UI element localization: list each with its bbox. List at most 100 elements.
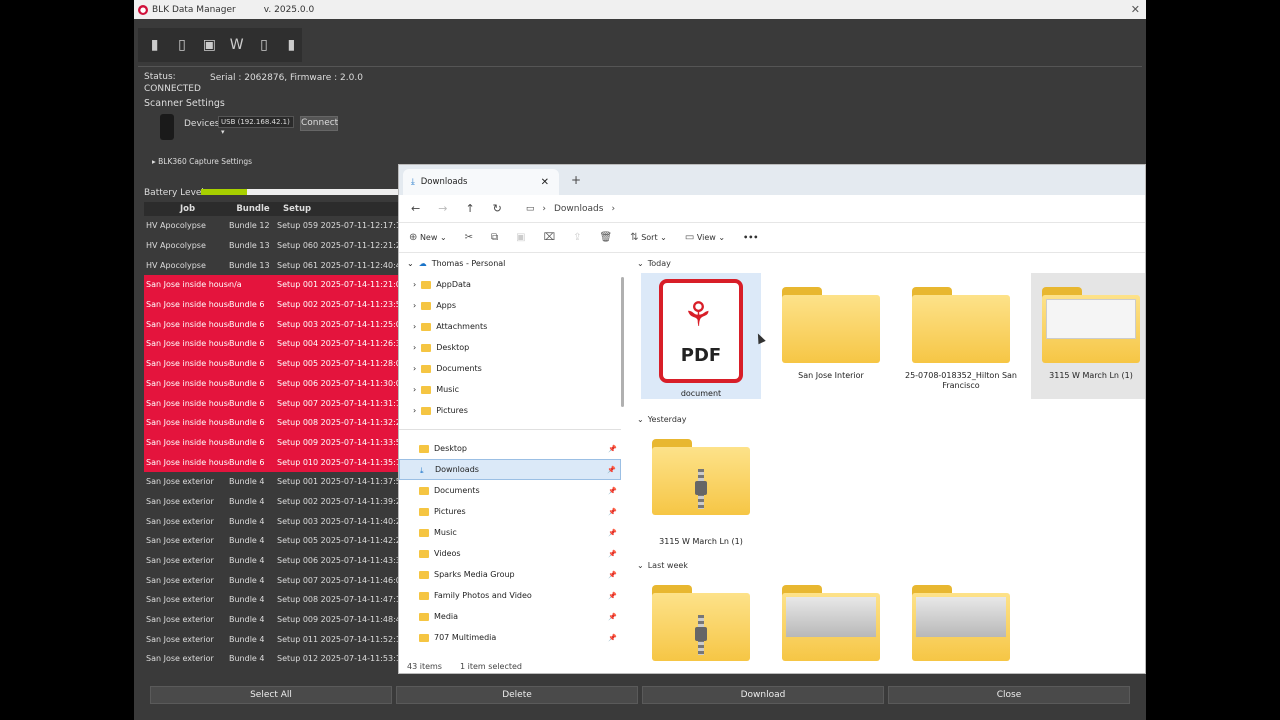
table-row[interactable]: San Jose exterior Bundle 4 Setup 001 2025-… <box>144 472 404 492</box>
connect-button[interactable]: Connect <box>300 116 338 131</box>
tab-downloads[interactable]: ⤓ Downloads ✕ <box>403 169 559 195</box>
cut-icon[interactable]: ✂ <box>465 232 473 243</box>
pin-icon[interactable]: 📌 <box>608 571 617 579</box>
tree-item[interactable]: › AppData <box>399 274 621 295</box>
copy-icon[interactable]: ⧉ <box>491 232 498 243</box>
nav-scrollbar[interactable] <box>621 277 624 407</box>
pin-icon[interactable]: 📌 <box>607 466 616 474</box>
table-row[interactable]: San Jose exterior Bundle 4 Setup 008 2025-… <box>144 590 404 610</box>
table-row[interactable]: HV Apocolypse Bundle 13 Setup 060 2025-07-… <box>144 236 404 256</box>
group-today[interactable]: ⌄ Today <box>637 259 671 268</box>
table-row[interactable]: San Jose inside house Bundle 6 Setup 009 2… <box>144 432 404 453</box>
more-options-icon[interactable]: ••• <box>743 233 758 242</box>
download-button[interactable]: Download <box>642 686 884 704</box>
table-row[interactable]: San Jose inside house Bundle 6 Setup 002 2… <box>144 294 404 315</box>
zip-last-week[interactable] <box>641 571 761 661</box>
table-row[interactable]: HV Apocolypse Bundle 12 Setup 059 2025-07-… <box>144 216 404 236</box>
forward-icon[interactable]: → <box>438 202 447 215</box>
table-row[interactable]: San Jose exterior Bundle 4 Setup 009 2025-… <box>144 610 404 630</box>
zip-3115-w-march[interactable]: 3115 W March Ln (1) <box>641 425 761 547</box>
tree-item-label: Documents <box>436 364 482 373</box>
new-button[interactable]: ⊕ New ⌄ <box>409 232 447 243</box>
delete-button[interactable]: Delete <box>396 686 638 704</box>
table-row[interactable]: San Jose exterior Bundle 4 Setup 005 2025-… <box>144 531 404 551</box>
quick-access-item[interactable]: 707 Multimedia 📌 <box>399 627 621 648</box>
quick-access-item[interactable]: Videos 📌 <box>399 543 621 564</box>
pin-icon[interactable]: 📌 <box>608 445 617 453</box>
select-all-button[interactable]: Select All <box>150 686 392 704</box>
table-row[interactable]: San Jose exterior Bundle 4 Setup 006 2025-… <box>144 551 404 571</box>
quick-access-item[interactable]: ⤓ Downloads 📌 <box>399 459 621 480</box>
pin-icon[interactable]: 📌 <box>608 634 617 642</box>
tree-item[interactable]: › Attachments <box>399 316 621 337</box>
tree-item[interactable]: › Pictures <box>399 400 621 421</box>
quick-access-item[interactable]: Documents 📌 <box>399 480 621 501</box>
close-tab-icon[interactable]: ✕ <box>541 177 549 188</box>
folder-hilton[interactable]: 25-0708-018352_Hilton San Francisco <box>901 273 1021 391</box>
table-row[interactable]: San Jose inside house Bundle 6 Setup 003 2… <box>144 314 404 335</box>
folder-san-jose-interior[interactable]: San Jose Interior <box>771 273 891 381</box>
quick-access-item[interactable]: Family Photos and Video 📌 <box>399 585 621 606</box>
table-row[interactable]: San Jose inside house Bundle 6 Setup 004 2… <box>144 334 404 354</box>
tree-item[interactable]: › Music <box>399 379 621 400</box>
table-row[interactable]: San Jose exterior Bundle 4 Setup 003 2025-… <box>144 511 404 531</box>
scanner-slim-icon[interactable]: ▯ <box>253 33 274 57</box>
table-row[interactable]: San Jose inside house Bundle 6 Setup 008 2… <box>144 412 404 433</box>
table-row[interactable]: San Jose exterior Bundle 4 Setup 002 2025-… <box>144 492 404 512</box>
table-row[interactable]: San Jose inside house Bundle 6 Setup 007 2… <box>144 393 404 413</box>
quick-access-item[interactable]: Media 📌 <box>399 606 621 627</box>
header-setup[interactable]: Setup <box>277 202 404 216</box>
quick-access-item[interactable]: Music 📌 <box>399 522 621 543</box>
table-row[interactable]: San Jose inside house n/a Setup 001 2025-0… <box>144 275 404 295</box>
capture-settings-toggle[interactable]: ▸ BLK360 Capture Settings <box>152 157 252 166</box>
close-window-icon[interactable]: ✕ <box>1131 3 1140 16</box>
group-yesterday[interactable]: ⌄ Yesterday <box>637 415 687 424</box>
tree-item[interactable]: › Apps <box>399 295 621 316</box>
table-row[interactable]: San Jose exterior Bundle 4 Setup 011 2025-… <box>144 629 404 649</box>
scanner-w-icon[interactable]: W <box>226 33 247 57</box>
file-document-pdf[interactable]: ⚘ PDF document <box>641 273 761 399</box>
pin-icon[interactable]: 📌 <box>608 487 617 495</box>
rename-icon[interactable]: ⌧ <box>544 232 556 243</box>
trash-icon[interactable]: 🗑 <box>600 232 613 243</box>
folder-photo-2[interactable] <box>901 571 1021 661</box>
table-row[interactable]: San Jose exterior Bundle 4 Setup 007 2025-… <box>144 570 404 590</box>
pin-icon[interactable]: 📌 <box>608 550 617 558</box>
sort-button[interactable]: ⇅ Sort ⌄ <box>630 232 667 243</box>
paste-icon[interactable]: ▣ <box>516 232 525 243</box>
group-last-week[interactable]: ⌄ Last week <box>637 561 688 570</box>
table-row[interactable]: San Jose inside house Bundle 6 Setup 006 2… <box>144 373 404 394</box>
share-icon[interactable]: ⇪ <box>573 232 581 243</box>
scanner-blk-icon[interactable]: ▮ <box>144 33 165 57</box>
header-bundle[interactable]: Bundle <box>229 202 277 216</box>
new-tab-icon[interactable]: + <box>571 173 581 187</box>
breadcrumb[interactable]: ▭ › Downloads › <box>526 204 615 214</box>
table-row[interactable]: San Jose inside house Bundle 6 Setup 005 2… <box>144 353 404 374</box>
folder-photo-1[interactable] <box>771 571 891 661</box>
up-icon[interactable]: ↑ <box>465 202 474 215</box>
view-button[interactable]: ▭ View ⌄ <box>685 232 725 243</box>
scanner-handheld-icon[interactable]: ▯ <box>171 33 192 57</box>
quick-access-item[interactable]: Desktop 📌 <box>399 438 621 459</box>
folder-3115-w-march[interactable]: 3115 W March Ln (1) <box>1031 273 1145 399</box>
tree-item[interactable]: › Desktop <box>399 337 621 358</box>
back-icon[interactable]: ← <box>411 202 420 215</box>
table-row[interactable]: San Jose inside house Bundle 6 Setup 010 2… <box>144 452 404 472</box>
close-button[interactable]: Close <box>888 686 1130 704</box>
breadcrumb-downloads[interactable]: Downloads <box>554 204 603 214</box>
devices-select[interactable]: USB (192.168.42.1) ▾ <box>218 116 294 136</box>
refresh-icon[interactable]: ↻ <box>493 202 502 215</box>
pin-icon[interactable]: 📌 <box>608 613 617 621</box>
quick-access-item[interactable]: Sparks Media Group 📌 <box>399 564 621 585</box>
tree-item[interactable]: › Documents <box>399 358 621 379</box>
scanner-multi-icon[interactable]: ▣ <box>199 33 220 57</box>
quick-access-item[interactable]: Pictures 📌 <box>399 501 621 522</box>
scanner-small-icon[interactable]: ▮ <box>281 33 302 57</box>
header-job[interactable]: Job <box>144 202 229 216</box>
pin-icon[interactable]: 📌 <box>608 592 617 600</box>
table-row[interactable]: San Jose exterior Bundle 4 Setup 012 2025-… <box>144 649 404 669</box>
pin-icon[interactable]: 📌 <box>608 529 617 537</box>
pin-icon[interactable]: 📌 <box>608 508 617 516</box>
tree-root[interactable]: ⌄ ☁ Thomas - Personal <box>399 253 621 274</box>
table-row[interactable]: HV Apocolypse Bundle 13 Setup 061 2025-07-… <box>144 255 404 275</box>
